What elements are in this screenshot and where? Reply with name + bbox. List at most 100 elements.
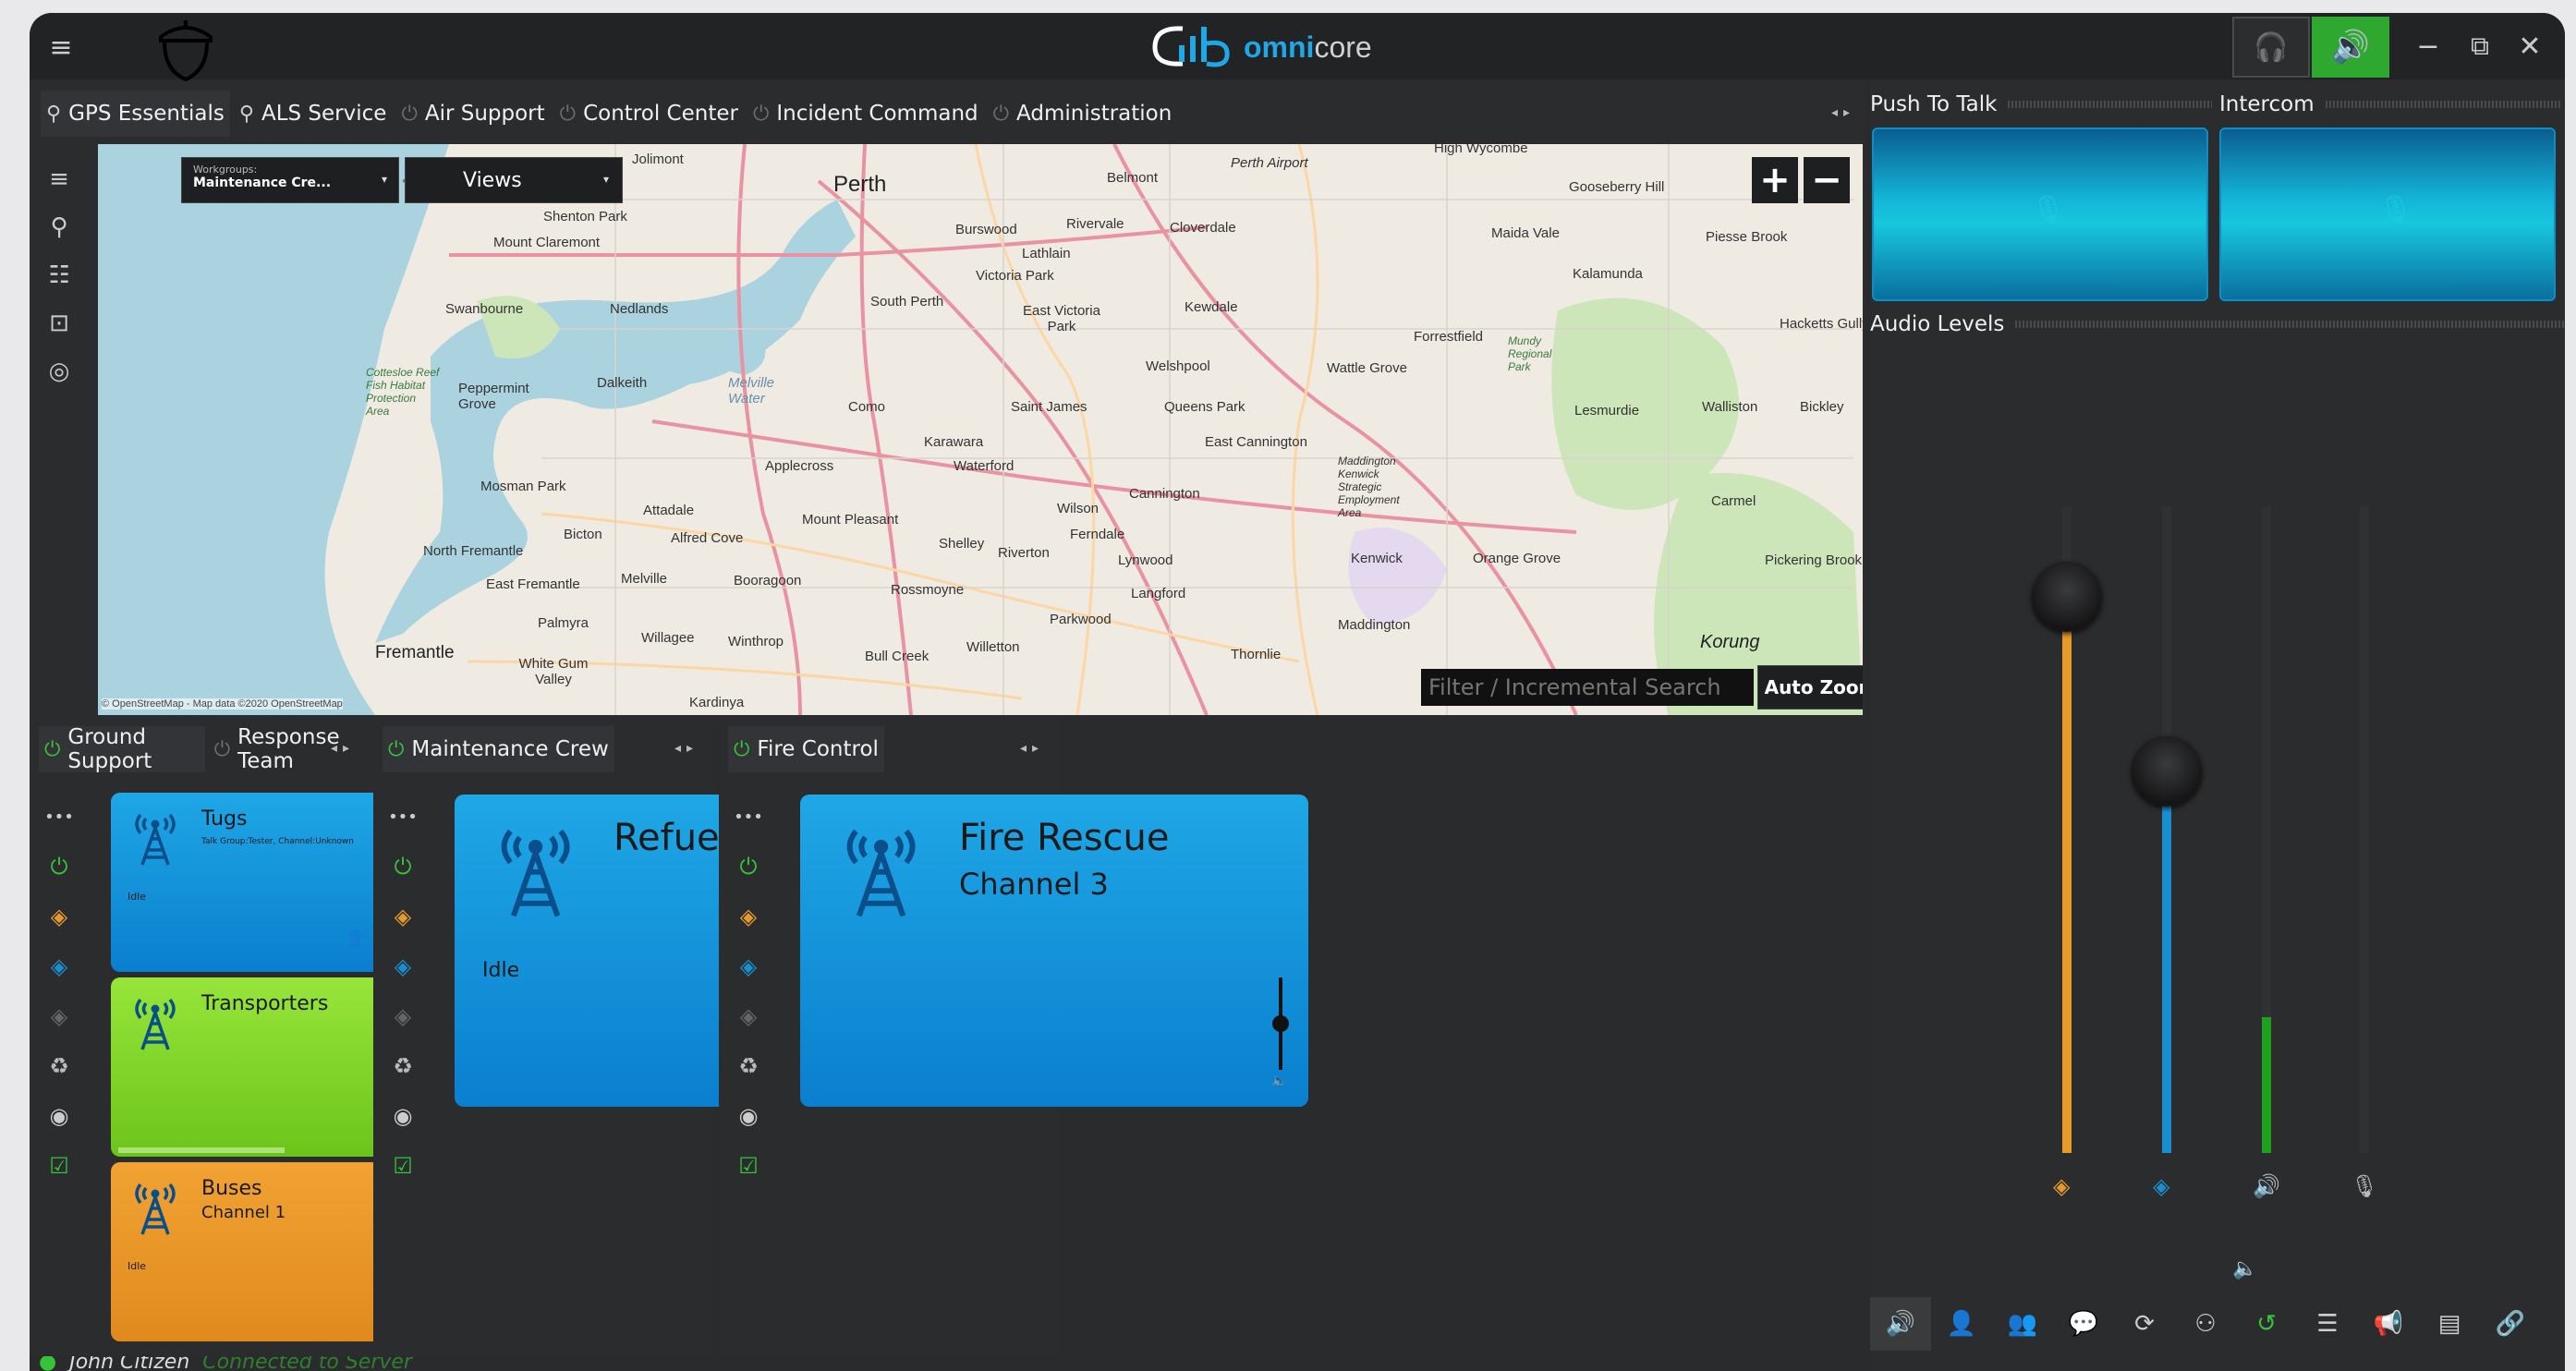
map-label: Waterford (954, 458, 1015, 474)
map-label: Orange Grove (1473, 551, 1561, 566)
window-card-icon[interactable]: ▤ (2419, 1297, 2480, 1351)
auto-zoom-button[interactable]: Auto Zoom (1757, 665, 1863, 710)
checklist-icon[interactable]: ☑ (30, 1142, 89, 1190)
map-tab[interactable]: ⏻ Air Support (395, 91, 550, 137)
map-label: Perth Airport (1231, 155, 1308, 171)
frame-icon[interactable]: ⊡ (30, 299, 89, 347)
channel-card[interactable]: Transporters🔈 (111, 977, 405, 1157)
more-icon[interactable]: ••• (719, 793, 778, 841)
minimize-window-icon[interactable]: − (2404, 22, 2452, 70)
layers-orange-icon[interactable]: ◈ (373, 892, 432, 940)
more-icon[interactable]: ••• (373, 793, 432, 841)
channel-group-tab[interactable]: ⏻ Ground Support (39, 725, 205, 773)
mute-all-icon[interactable]: 🔈 (2227, 1255, 2264, 1282)
checklist-icon[interactable]: ☑ (719, 1142, 778, 1190)
microphone-input-meter-track[interactable] (2360, 506, 2369, 1153)
layers-blue-icon[interactable]: ◈ (719, 942, 778, 990)
push-to-talk-button[interactable]: 🎙 (1872, 127, 2208, 301)
tab-scroll-arrows-icon[interactable]: ◂▸ (1020, 741, 1044, 756)
recycle-icon[interactable]: ♻ (30, 1042, 89, 1090)
intercom-button[interactable]: 🎙 (2219, 127, 2556, 301)
zoom-out-button[interactable]: − (1804, 157, 1850, 203)
speaker-toggle-button[interactable]: 🔊 (2312, 17, 2389, 78)
tab-scroll-arrows-icon[interactable]: ◂▸ (331, 741, 355, 756)
map-pin-icon[interactable]: ⚲ (30, 203, 89, 251)
checklist-icon[interactable]: ☑ (373, 1142, 432, 1190)
layers-gray-icon[interactable]: ◈ (30, 992, 89, 1040)
headset-button[interactable]: 🎧 (2232, 17, 2310, 78)
list-view-icon[interactable]: ☷ (30, 251, 89, 299)
recycle-icon[interactable]: ♻ (719, 1042, 778, 1090)
map-tab[interactable]: ⏻ Administration (988, 91, 1178, 137)
channel-card[interactable]: BusesChannel 1Idle🔈 (111, 1162, 405, 1341)
hamburger-menu-icon[interactable]: ≡ (35, 26, 87, 68)
primary-channels-volume-knob[interactable] (2032, 562, 2102, 632)
power-icon[interactable]: ⏻ (30, 843, 89, 891)
chat-icon[interactable]: 💬 (2053, 1297, 2114, 1351)
layers-gray-icon[interactable]: ◈ (373, 992, 432, 1040)
channel-group-tab[interactable]: ⏻ Fire Control (728, 726, 884, 772)
map-tab[interactable]: ⚲ ALS Service (234, 91, 393, 137)
secondary-channels-meter-fill (2162, 771, 2171, 1153)
eye-icon[interactable]: ◉ (30, 1092, 89, 1140)
layers-list-icon[interactable]: ≡ (30, 155, 89, 203)
eye-icon[interactable]: ◉ (373, 1092, 432, 1140)
filter-search-input[interactable] (1421, 669, 1754, 706)
power-icon: ⏻ (992, 102, 1010, 126)
audio-levels-label: Audio Levels (1870, 312, 2005, 336)
map-tab-strip: ⚲ GPS Essentials ⚲ ALS Service ⏻ Air Support ⏻… (41, 91, 1177, 137)
omnicore-logo: omnicore (1148, 24, 1372, 70)
link-icon[interactable]: 🔗 (2480, 1297, 2541, 1351)
tab-scroll-arrows-icon[interactable]: ◂▸ (674, 741, 699, 756)
undo-icon[interactable]: ↺ (2236, 1297, 2297, 1351)
menu-lines-icon[interactable]: ☰ (2297, 1297, 2358, 1351)
user-icon[interactable]: 👤 (1931, 1297, 1992, 1351)
group-users-icon[interactable]: 👥 (1992, 1297, 2053, 1351)
locate-target-icon[interactable]: ◎ (30, 347, 89, 395)
map-tab[interactable]: ⏻ Incident Command (747, 91, 984, 137)
map-label: Walliston (1702, 399, 1758, 415)
tab-scroll-arrows-icon[interactable]: ◂▸ (1831, 105, 1855, 120)
map-label: Rossmoyne (891, 582, 965, 598)
volume-slider-knob[interactable] (1272, 1015, 1289, 1032)
more-icon[interactable]: ••• (30, 793, 89, 841)
close-window-icon[interactable]: ✕ (2506, 22, 2554, 70)
hierarchy-icon[interactable]: ⚇ (2175, 1297, 2236, 1351)
channel-group-tab[interactable]: ⏻ Maintenance Crew (383, 726, 614, 772)
refresh-icon[interactable]: ⟳ (2114, 1297, 2175, 1351)
map-view[interactable]: Perth Belmont Perth Airport High Wycombe… (98, 144, 1863, 715)
map-label: Wilson (1057, 501, 1100, 516)
broadcast-megaphone-icon[interactable]: 📢 (2358, 1297, 2419, 1351)
layers-orange-icon[interactable]: ◈ (30, 892, 89, 940)
map-label: High Wycombe (1434, 144, 1528, 156)
recycle-icon[interactable]: ♻ (373, 1042, 432, 1090)
radio-tower-icon (129, 992, 181, 1055)
channel-card[interactable]: Fire Rescue Channel 3 🔈 (800, 795, 1308, 1107)
layers-orange-icon[interactable]: ◈ (719, 892, 778, 940)
views-dropdown[interactable]: Views ▾ (405, 157, 623, 203)
audio-volume-icon[interactable]: 🔊 (1870, 1297, 1931, 1351)
map-label: Welshpool (1146, 358, 1210, 374)
power-icon[interactable]: ⏻ (719, 843, 778, 891)
layers-gray-icon[interactable]: ◈ (719, 992, 778, 1040)
channel-status: Idle (128, 1260, 147, 1272)
workgroups-dropdown[interactable]: Workgroups: Maintenance Cre... ▾ (181, 157, 399, 203)
map-label: Cloverdale (1170, 220, 1236, 236)
secondary-channels-volume-knob[interactable] (2132, 736, 2202, 807)
speaker-volume-icon: 🔊 (2330, 29, 2371, 66)
channel-tab-strip: ⏻ Ground Support ⏻ Response Team (39, 725, 371, 773)
layers-blue-icon[interactable]: ◈ (373, 942, 432, 990)
eye-icon[interactable]: ◉ (719, 1092, 778, 1140)
channel-panel: ⏻ Ground Support ⏻ Response Team ◂▸ ••• ⏻ ◈ ◈ ◈ ♻ ◉… (30, 719, 405, 1356)
power-icon[interactable]: ⏻ (373, 843, 432, 891)
map-tab[interactable]: ⚲ GPS Essentials (41, 91, 230, 137)
channel-card[interactable]: Tugs Talk Group:Tester, Channel:Unknown Id… (111, 793, 405, 972)
radio-tower-icon (837, 819, 925, 923)
intercom-header: Intercom (2219, 92, 2561, 116)
channel-name: Buses (201, 1177, 262, 1200)
zoom-in-button[interactable]: + (1752, 157, 1798, 203)
map-label: Willagee (641, 630, 695, 646)
restore-window-icon[interactable]: ⧉ (2456, 22, 2504, 70)
map-tab[interactable]: ⏻ Control Center (554, 91, 744, 137)
layers-blue-icon[interactable]: ◈ (30, 942, 89, 990)
